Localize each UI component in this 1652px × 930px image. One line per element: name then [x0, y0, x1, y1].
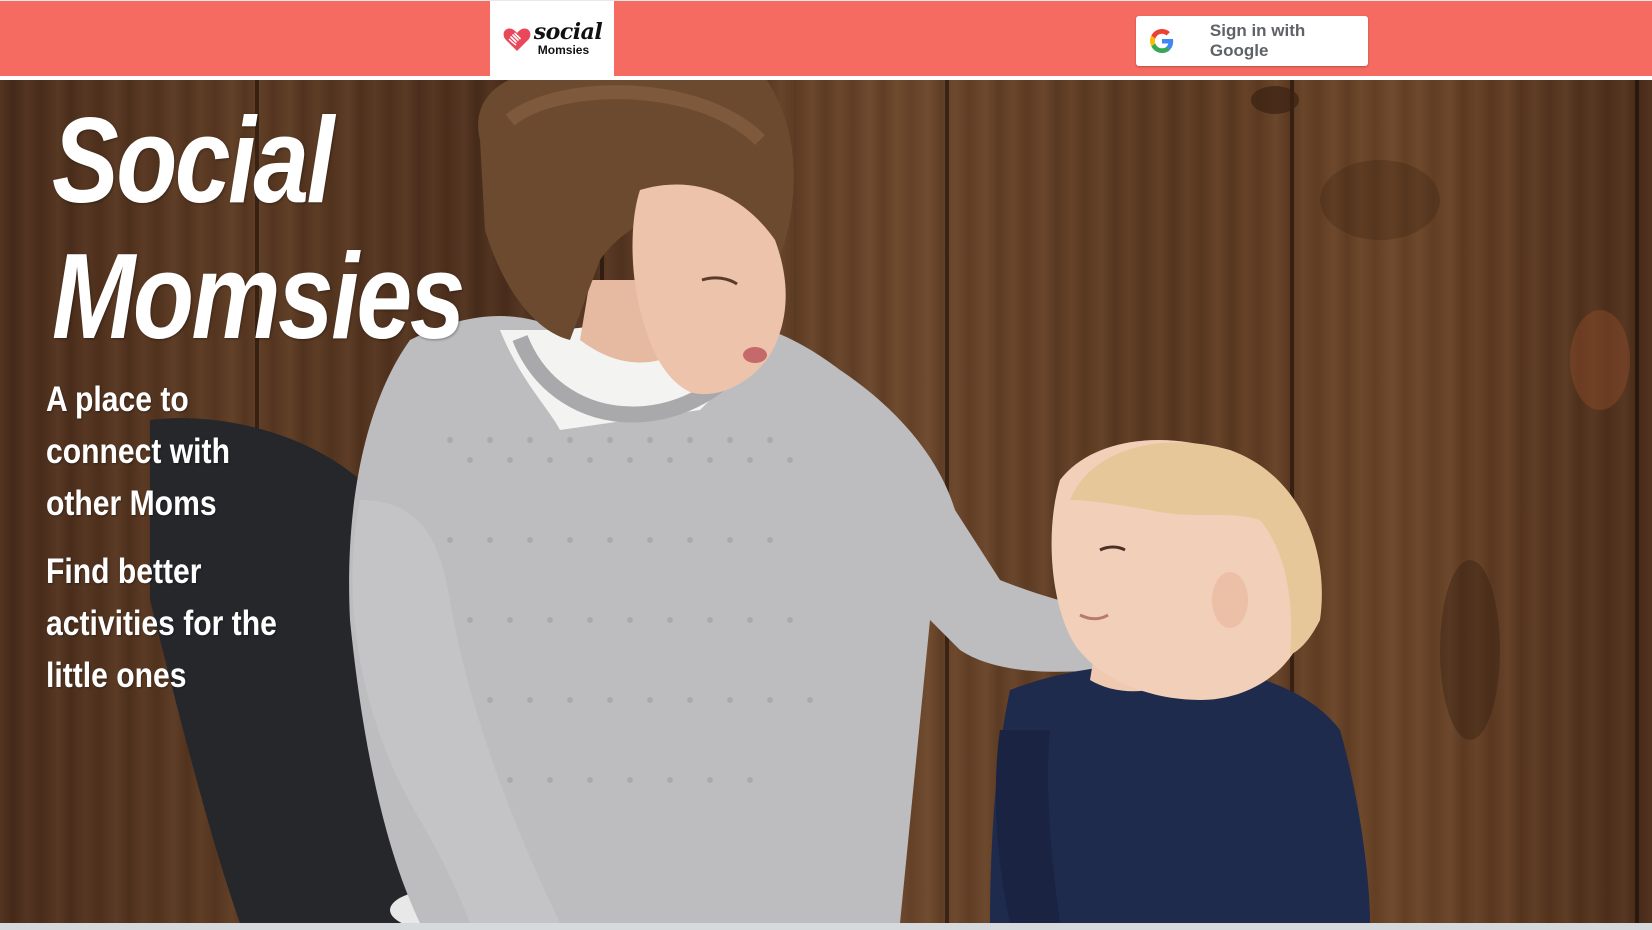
logo-lockup: social Momsies — [502, 19, 603, 57]
hero-title: Social Momsies — [52, 92, 465, 364]
hero-title-line-2: Momsies — [52, 228, 465, 364]
page-bottom-strip — [0, 923, 1652, 930]
top-navbar: social Momsies Sign in with Google — [0, 0, 1652, 76]
google-g-icon — [1150, 29, 1174, 53]
site-logo[interactable]: social Momsies — [490, 1, 614, 76]
hero-title-line-1: Social — [52, 92, 334, 228]
hero-banner: Social Momsies A place to connect with o… — [0, 80, 1652, 923]
logo-word-momsies: Momsies — [537, 43, 590, 57]
hero-tagline-connect: A place to connect with other Moms — [46, 380, 230, 523]
google-signin-button[interactable]: Sign in with Google — [1136, 16, 1368, 66]
google-signin-label: Sign in with Google — [1209, 21, 1306, 60]
hero-tagline-activities: Find better activities for the little on… — [46, 552, 277, 695]
heart-hands-icon — [503, 27, 531, 51]
logo-word-social: social — [533, 19, 603, 45]
